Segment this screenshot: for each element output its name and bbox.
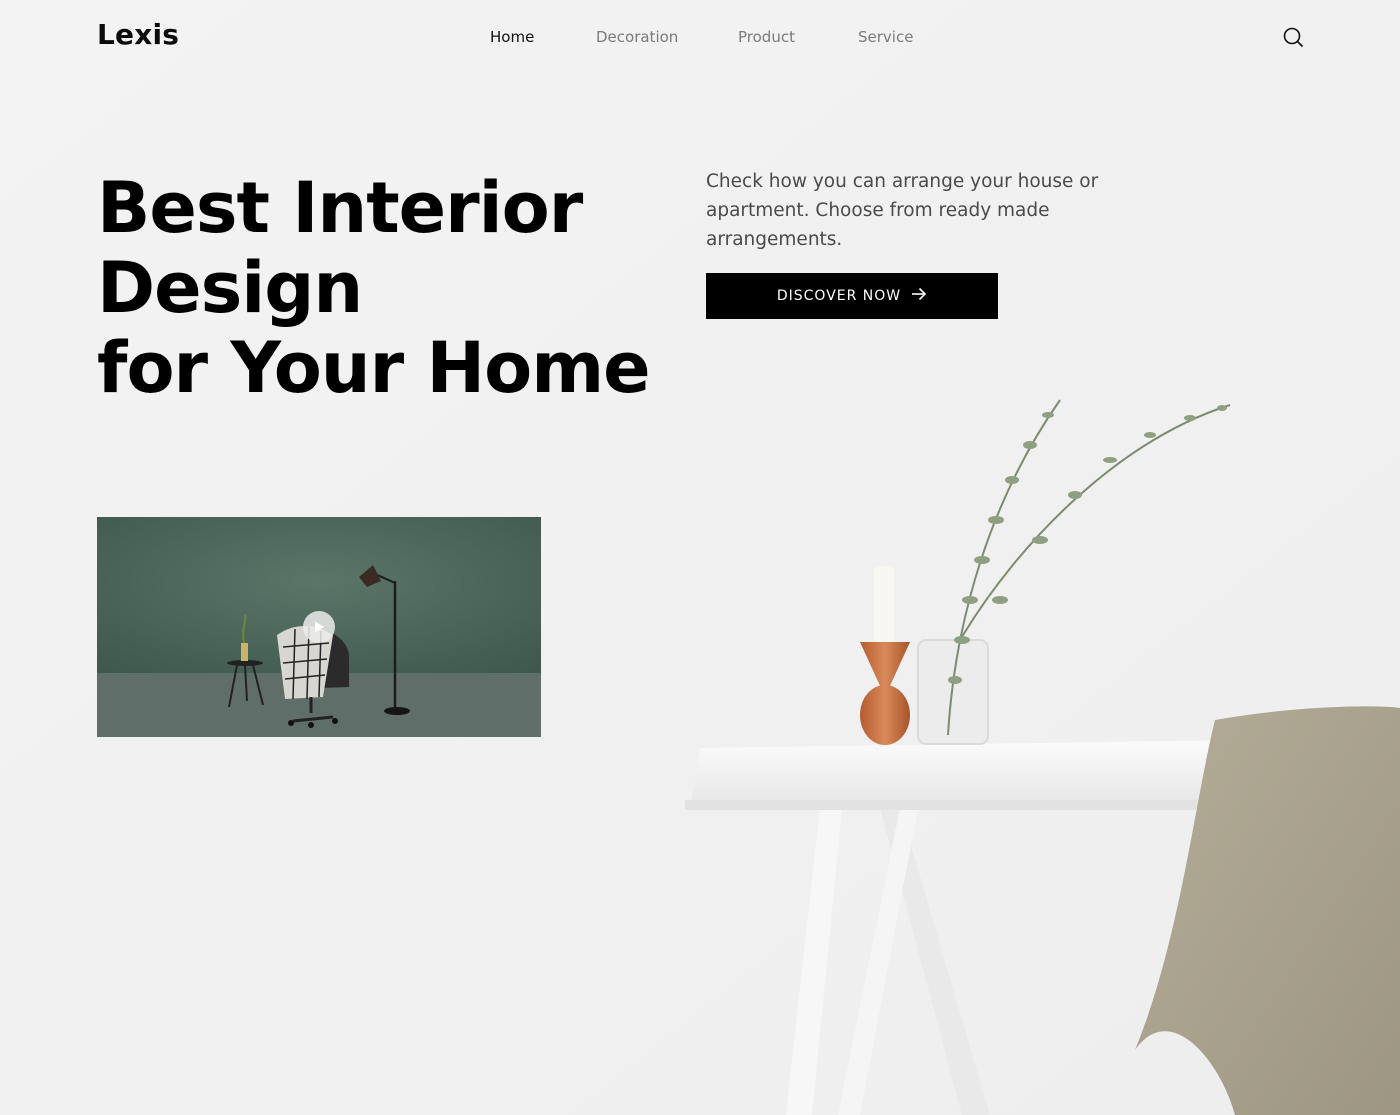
- nav-item-decoration[interactable]: Decoration: [596, 28, 678, 46]
- hero-title-line-2: Design: [97, 247, 363, 329]
- nav-item-product[interactable]: Product: [738, 28, 795, 46]
- play-icon: [312, 620, 326, 634]
- discover-now-button[interactable]: DISCOVER NOW: [706, 273, 998, 319]
- video-thumbnail[interactable]: [97, 517, 541, 737]
- discover-now-label: DISCOVER NOW: [776, 288, 902, 304]
- hero-description: Check how you can arrange your house or …: [706, 171, 1099, 250]
- brand-logo[interactable]: Lexis: [97, 18, 179, 51]
- arrow-right-icon: [911, 287, 927, 305]
- nav-item-service[interactable]: Service: [858, 28, 913, 46]
- play-button[interactable]: [303, 611, 335, 643]
- search-icon[interactable]: [1282, 26, 1304, 48]
- hero-title-line-1: Best Interior: [97, 167, 583, 249]
- nav-item-home[interactable]: Home: [490, 28, 534, 46]
- hero-title-line-3: for Your Home: [97, 327, 651, 409]
- hero-title: Best Interior Design for Your Home: [97, 167, 651, 409]
